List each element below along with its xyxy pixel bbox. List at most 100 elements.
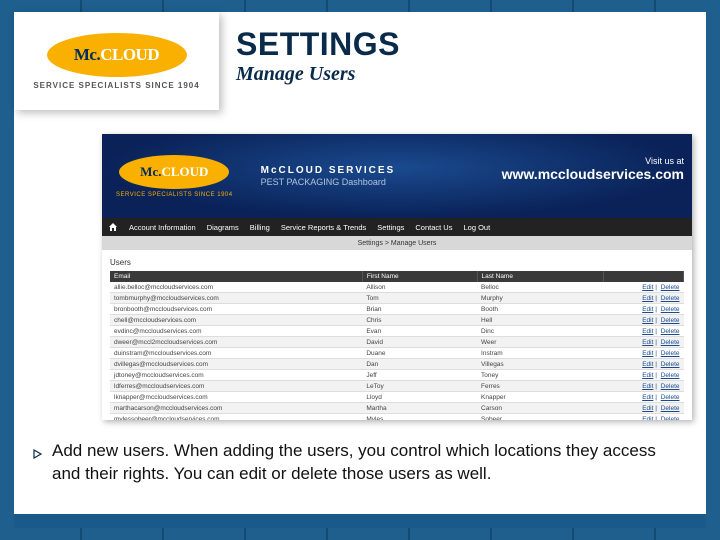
edit-link[interactable]: Edit bbox=[642, 372, 653, 379]
delete-link[interactable]: Delete bbox=[661, 306, 680, 313]
delete-link[interactable]: Delete bbox=[661, 350, 680, 357]
cell-last-name: Belloc bbox=[477, 282, 603, 293]
delete-link[interactable]: Delete bbox=[661, 317, 680, 324]
delete-link[interactable]: Delete bbox=[661, 328, 680, 335]
cell-first-name: LeToy bbox=[362, 381, 477, 392]
breadcrumb: Settings > Manage Users bbox=[102, 236, 692, 250]
edit-link[interactable]: Edit bbox=[642, 394, 653, 401]
cell-actions: Edit | Delete bbox=[603, 414, 683, 421]
edit-link[interactable]: Edit bbox=[642, 361, 653, 368]
table-row: duinstram@mccloudservices.comDuaneInstra… bbox=[110, 348, 684, 359]
cell-email: evdinc@mccloudservices.com bbox=[110, 326, 362, 337]
nav-account-information[interactable]: Account Information bbox=[129, 223, 196, 232]
delete-link[interactable]: Delete bbox=[661, 383, 680, 390]
delete-link[interactable]: Delete bbox=[661, 416, 680, 421]
cell-last-name: Instram bbox=[477, 348, 603, 359]
cell-actions: Edit | Delete bbox=[603, 293, 683, 304]
delete-link[interactable]: Delete bbox=[661, 372, 680, 379]
dashboard-label: McCLOUD SERVICES PEST PACKAGING Dashboar… bbox=[261, 164, 396, 189]
slide: Mc.CLOUD SERVICE SPECIALISTS SINCE 1904 … bbox=[14, 12, 706, 528]
section-title: Users bbox=[110, 256, 684, 271]
delete-link[interactable]: Delete bbox=[661, 284, 680, 291]
cell-last-name: Ferres bbox=[477, 381, 603, 392]
cell-last-name: Weer bbox=[477, 337, 603, 348]
nav-settings[interactable]: Settings bbox=[377, 223, 404, 232]
visit-block: Visit us at www.mccloudservices.com bbox=[502, 156, 684, 182]
table-row: marthacarson@mccloudservices.comMarthaCa… bbox=[110, 403, 684, 414]
title-block: SETTINGS Manage Users bbox=[236, 26, 400, 86]
col-first-name[interactable]: First Name bbox=[362, 271, 477, 282]
logo-oval: Mc.CLOUD bbox=[47, 33, 187, 77]
app-logo-cloud: CLOUD bbox=[161, 164, 208, 180]
arrow-icon bbox=[32, 444, 46, 467]
cell-actions: Edit | Delete bbox=[603, 304, 683, 315]
delete-link[interactable]: Delete bbox=[661, 295, 680, 302]
cell-actions: Edit | Delete bbox=[603, 282, 683, 293]
delete-link[interactable]: Delete bbox=[661, 394, 680, 401]
edit-link[interactable]: Edit bbox=[642, 317, 653, 324]
visit-label: Visit us at bbox=[502, 156, 684, 166]
delete-link[interactable]: Delete bbox=[661, 339, 680, 346]
cell-first-name: Lloyd bbox=[362, 392, 477, 403]
cell-email: dvillegas@mccloudservices.com bbox=[110, 359, 362, 370]
edit-link[interactable]: Edit bbox=[642, 339, 653, 346]
cell-email: duinstram@mccloudservices.com bbox=[110, 348, 362, 359]
table-row: tombmurphy@mccloudservices.comTomMurphyE… bbox=[110, 293, 684, 304]
home-icon[interactable] bbox=[108, 222, 118, 232]
delete-link[interactable]: Delete bbox=[661, 361, 680, 368]
table-row: jdtoney@mccloudservices.comJeffToney Edit… bbox=[110, 370, 684, 381]
delete-link[interactable]: Delete bbox=[661, 405, 680, 412]
app-logo: Mc.CLOUD SERVICE SPECIALISTS SINCE 1904 bbox=[116, 155, 233, 198]
table-row: bronbooth@mccloudservices.comBrianBoothE… bbox=[110, 304, 684, 315]
main-logo: Mc.CLOUD SERVICE SPECIALISTS SINCE 1904 bbox=[14, 12, 219, 110]
page-subtitle: Manage Users bbox=[236, 63, 400, 86]
cell-first-name: David bbox=[362, 337, 477, 348]
edit-link[interactable]: Edit bbox=[642, 306, 653, 313]
nav-diagrams[interactable]: Diagrams bbox=[207, 223, 239, 232]
app-nav: Account Information Diagrams Billing Ser… bbox=[102, 218, 692, 236]
col-email[interactable]: Email bbox=[110, 271, 362, 282]
edit-link[interactable]: Edit bbox=[642, 295, 653, 302]
nav-service-reports[interactable]: Service Reports & Trends bbox=[281, 223, 366, 232]
table-row: evdinc@mccloudservices.comEvanDincEdit |… bbox=[110, 326, 684, 337]
edit-link[interactable]: Edit bbox=[642, 405, 653, 412]
cell-last-name: Dinc bbox=[477, 326, 603, 337]
edit-link[interactable]: Edit bbox=[642, 284, 653, 291]
edit-link[interactable]: Edit bbox=[642, 383, 653, 390]
cell-first-name: Tom bbox=[362, 293, 477, 304]
nav-contact-us[interactable]: Contact Us bbox=[415, 223, 452, 232]
col-last-name[interactable]: Last Name bbox=[477, 271, 603, 282]
nav-log-out[interactable]: Log Out bbox=[463, 223, 490, 232]
cell-email: marthacarson@mccloudservices.com bbox=[110, 403, 362, 414]
dashboard-title: McCLOUD SERVICES bbox=[261, 164, 396, 177]
bullet-text: Add new users. When adding the users, yo… bbox=[52, 440, 682, 486]
cell-last-name: Hell bbox=[477, 315, 603, 326]
nav-billing[interactable]: Billing bbox=[250, 223, 270, 232]
app-logo-mc: Mc. bbox=[140, 164, 161, 180]
visit-url: www.mccloudservices.com bbox=[502, 166, 684, 182]
cell-email: chell@mccloudservices.com bbox=[110, 315, 362, 326]
cell-email: jdtoney@mccloudservices.com bbox=[110, 370, 362, 381]
logo-cloud: CLOUD bbox=[100, 45, 159, 65]
bullet-row: Add new users. When adding the users, yo… bbox=[32, 440, 682, 486]
app-body: Users Email First Name Last Name allie.b… bbox=[102, 250, 692, 420]
app-logo-oval: Mc.CLOUD bbox=[119, 155, 229, 189]
cell-first-name: Jeff bbox=[362, 370, 477, 381]
cell-email: dweer@mccl2mccloudservices.com bbox=[110, 337, 362, 348]
table-row: dvillegas@mccloudservices.comDanVillegas… bbox=[110, 359, 684, 370]
cell-first-name: Martha bbox=[362, 403, 477, 414]
cell-email: bronbooth@mccloudservices.com bbox=[110, 304, 362, 315]
table-header-row: Email First Name Last Name bbox=[110, 271, 684, 282]
cell-last-name: Toney bbox=[477, 370, 603, 381]
edit-link[interactable]: Edit bbox=[642, 328, 653, 335]
edit-link[interactable]: Edit bbox=[642, 416, 653, 421]
cell-email: ldferres@mccloudservices.com bbox=[110, 381, 362, 392]
cell-first-name: Evan bbox=[362, 326, 477, 337]
edit-link[interactable]: Edit bbox=[642, 350, 653, 357]
cell-first-name: Myles bbox=[362, 414, 477, 421]
cell-last-name: Knapper bbox=[477, 392, 603, 403]
cell-last-name: Booth bbox=[477, 304, 603, 315]
cell-actions: Edit | Delete bbox=[603, 315, 683, 326]
table-row: ldferres@mccloudservices.comLeToyFerres E… bbox=[110, 381, 684, 392]
footer-bar bbox=[14, 514, 706, 528]
